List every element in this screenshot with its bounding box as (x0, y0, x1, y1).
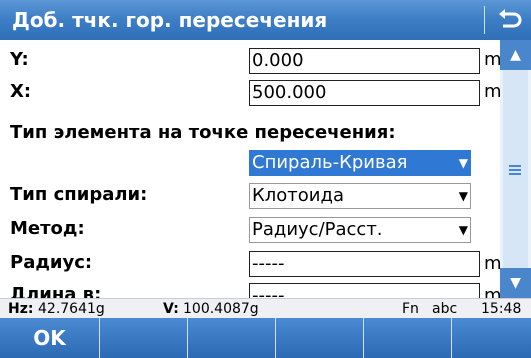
method-label: Метод: (10, 218, 85, 239)
radius-input[interactable]: ----- (249, 251, 480, 277)
x-unit: m (484, 81, 500, 102)
method-value: Радиус/Расст. (252, 219, 383, 240)
title-separator (484, 6, 485, 34)
dropdown-arrow-icon: ▼ (458, 189, 468, 203)
form-panel: Y: 0.000 m X: 500.000 m Тип элемента на … (0, 40, 500, 298)
scroll-grip-icon (509, 165, 521, 175)
y-unit: m (484, 49, 500, 70)
y-label: Y: (10, 49, 29, 70)
length-input[interactable]: ----- (249, 283, 480, 298)
fkey-2[interactable] (100, 318, 188, 358)
x-input[interactable]: 500.000 (249, 80, 480, 106)
title-bar: Доб. тчк. гор. пересечения (0, 0, 531, 40)
y-input[interactable]: 0.000 (249, 48, 480, 74)
spiral-type-label: Тип спирали: (10, 184, 148, 205)
scrollbar[interactable]: ▲ ▼ (500, 40, 531, 298)
ok-button[interactable]: OK (0, 318, 100, 358)
length-unit: m (484, 285, 500, 298)
fkey-3[interactable] (188, 318, 276, 358)
length-label: Длина в: (10, 284, 102, 298)
status-bar: Hz: 42.7641g V: 100.4087g Fn abc 15:48 (0, 298, 531, 318)
fkey-6[interactable] (452, 318, 531, 358)
back-icon[interactable] (494, 4, 526, 36)
v-label: V: (163, 301, 179, 317)
element-type-select[interactable]: Спираль-Кривая ▼ (249, 150, 471, 176)
function-key-bar: OK (0, 318, 531, 358)
fkey-5[interactable] (364, 318, 452, 358)
scroll-down-icon[interactable]: ▼ (500, 268, 531, 298)
hz-value: 42.7641g (38, 301, 105, 317)
spiral-type-value: Клотоида (252, 185, 344, 206)
element-type-value: Спираль-Кривая (252, 152, 408, 173)
spiral-type-select[interactable]: Клотоида ▼ (249, 183, 471, 209)
x-label: X: (10, 81, 32, 102)
dropdown-arrow-icon: ▼ (458, 223, 468, 237)
radius-label: Радиус: (10, 252, 93, 273)
input-mode: abc (432, 301, 458, 317)
fn-indicator: Fn (402, 301, 419, 317)
clock: 15:48 (481, 301, 522, 317)
v-value: 100.4087g (183, 301, 259, 317)
scroll-up-icon[interactable]: ▲ (500, 40, 531, 70)
hz-label: Hz: (8, 301, 34, 317)
method-select[interactable]: Радиус/Расст. ▼ (249, 217, 471, 243)
fkey-4[interactable] (276, 318, 364, 358)
element-type-heading: Тип элемента на точке пересечения: (10, 122, 396, 143)
page-title: Доб. тчк. гор. пересечения (12, 8, 328, 32)
dropdown-arrow-icon: ▼ (458, 156, 468, 170)
radius-unit: m (484, 253, 500, 274)
